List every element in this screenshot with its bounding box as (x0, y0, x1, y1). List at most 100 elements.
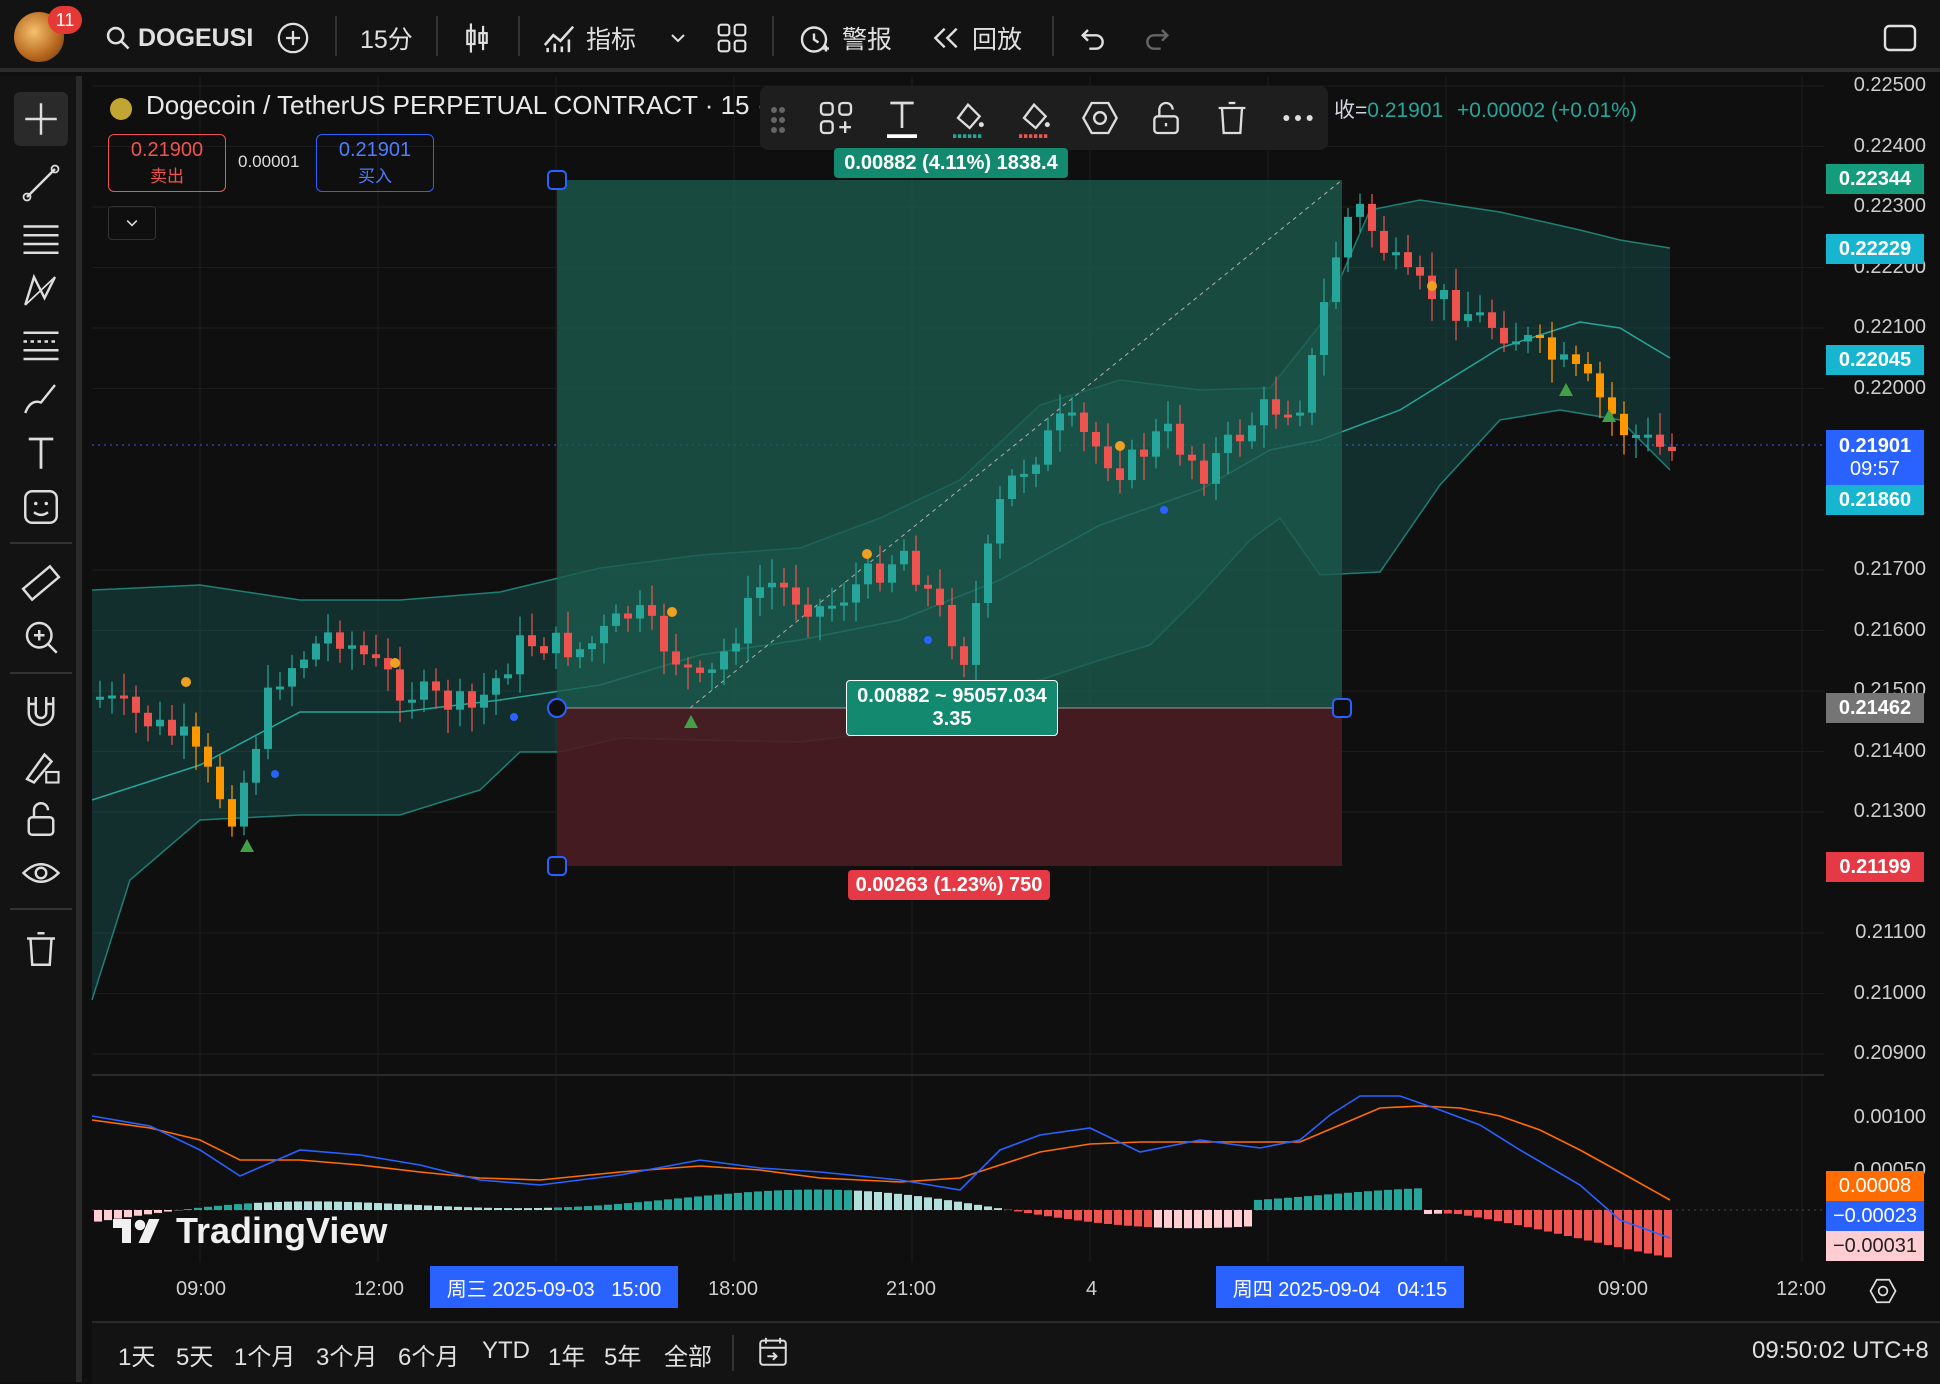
histogram-bar (424, 1205, 432, 1210)
candle-body (372, 654, 380, 658)
candle-body (1056, 413, 1064, 430)
histogram-bar (734, 1193, 742, 1210)
histogram-bar (454, 1207, 462, 1210)
candle-body (1224, 435, 1232, 453)
histogram-bar (1154, 1210, 1162, 1228)
histogram-bar (414, 1205, 422, 1210)
candle-body (792, 587, 800, 604)
candle-body (132, 697, 140, 713)
candle-body (108, 696, 116, 699)
histogram-bar (1114, 1210, 1122, 1225)
last-price-tag: 0.21901 09:57 (1826, 430, 1924, 486)
histogram-bar (1554, 1210, 1562, 1234)
fill-color-icon[interactable] (948, 98, 988, 138)
candle-body (912, 551, 920, 585)
histogram-bar (744, 1192, 752, 1210)
goto-date-button[interactable] (756, 1335, 790, 1374)
drawing-properties-toolbar (760, 86, 1328, 150)
histogram-bar (1034, 1210, 1042, 1215)
histogram-bar (994, 1208, 1002, 1210)
histogram-bar (1284, 1198, 1292, 1210)
candle-body (984, 544, 992, 603)
unlock-icon[interactable] (1146, 98, 1186, 138)
time-axis[interactable]: 09:00 12:00 18:00 21:00 4 09:00 12:00 周三… (92, 1262, 1842, 1312)
entry-handle (548, 699, 566, 717)
histogram-bar (484, 1208, 492, 1210)
histogram-bar (684, 1197, 692, 1210)
candle-body (252, 749, 260, 783)
candle-body (972, 603, 980, 665)
candle-body (1188, 455, 1196, 461)
histogram-bar (1344, 1193, 1352, 1210)
histogram-bar (524, 1208, 532, 1210)
candle-body (432, 681, 440, 690)
candle-body (1380, 231, 1388, 253)
histogram-bar (814, 1190, 822, 1210)
histogram-bar (1104, 1210, 1112, 1224)
candle-body (1536, 335, 1544, 338)
range-1y-button[interactable]: 1年 (548, 1337, 585, 1372)
chevron-down-icon (124, 215, 140, 231)
histogram-bar (694, 1196, 702, 1210)
histogram-bar (1224, 1210, 1232, 1227)
clock: 09:50:02 UTC+8 (1752, 1337, 1929, 1365)
time-label: 21:00 (886, 1278, 936, 1301)
range-3m-button[interactable]: 3个月 (316, 1337, 377, 1372)
histogram-bar (1604, 1210, 1612, 1245)
candle-body (1440, 290, 1448, 299)
range-5d-button[interactable]: 5天 (176, 1337, 213, 1372)
add-template-icon[interactable] (816, 98, 856, 138)
candle-body (660, 616, 668, 652)
range-1d-button[interactable]: 1天 (118, 1337, 155, 1372)
histogram-bar (304, 1201, 312, 1210)
candle-body (1152, 431, 1160, 456)
tradingview-watermark: TradingView (112, 1210, 387, 1252)
position-info-label[interactable]: 0.00882 ~ 95057.034 3.35 (846, 680, 1058, 736)
price-change: +0.00002 (+0.01%) (1457, 99, 1637, 122)
legend-collapse-button[interactable] (108, 206, 156, 240)
candle-body (1032, 465, 1040, 474)
range-6m-button[interactable]: 6个月 (398, 1337, 459, 1372)
candle-body (144, 713, 152, 727)
candle-body (1068, 413, 1076, 416)
candle-body (612, 613, 620, 625)
range-ytd-button[interactable]: YTD (482, 1337, 530, 1365)
histogram-bar (544, 1208, 552, 1210)
candle-body (888, 564, 896, 582)
histogram-bar (1124, 1210, 1132, 1226)
price-tick-label: 0.22500 (1854, 74, 1926, 97)
text-color-icon[interactable] (882, 98, 922, 138)
candle-body (336, 632, 344, 648)
histogram-bar (804, 1190, 812, 1210)
chart-settings-button[interactable] (1868, 1276, 1898, 1311)
candle-body (1512, 341, 1520, 344)
candle-body (480, 695, 488, 708)
ohlc-close: 收=0.21901 +0.00002 (+0.01%) (1334, 94, 1637, 124)
histogram-bar (1434, 1210, 1442, 1214)
signal-dot (862, 549, 872, 559)
range-all-button[interactable]: 全部 (664, 1337, 712, 1372)
range-1m-button[interactable]: 1个月 (234, 1337, 295, 1372)
drag-handle-icon[interactable] (768, 98, 788, 138)
candle-body (180, 727, 188, 736)
trash-icon[interactable] (1212, 98, 1252, 138)
settings-hexagon-icon[interactable] (1080, 98, 1120, 138)
candle-body (1248, 425, 1256, 441)
histogram-bar (314, 1201, 322, 1210)
buy-button[interactable]: 0.21901 买入 (316, 134, 434, 192)
range-5y-button[interactable]: 5年 (604, 1337, 641, 1372)
histogram-bar (374, 1203, 382, 1210)
candle-body (948, 605, 956, 646)
signal-dot (390, 658, 400, 668)
more-icon[interactable] (1278, 98, 1318, 138)
candle-body (1332, 257, 1340, 302)
fill-color-loss-icon[interactable] (1014, 98, 1054, 138)
histogram-bar (874, 1192, 882, 1210)
range-end-label: 周四 2025-09-04 04:15 (1216, 1266, 1464, 1308)
entry-price-tag: 0.21462 (1826, 693, 1924, 723)
symbol-title: Dogecoin / TetherUS PERPETUAL CONTRACT ·… (146, 90, 765, 121)
candle-body (1476, 312, 1484, 315)
last-price: 0.21901 (1839, 435, 1911, 458)
sell-button[interactable]: 0.21900 卖出 (108, 134, 226, 192)
candle-body (1668, 447, 1676, 451)
